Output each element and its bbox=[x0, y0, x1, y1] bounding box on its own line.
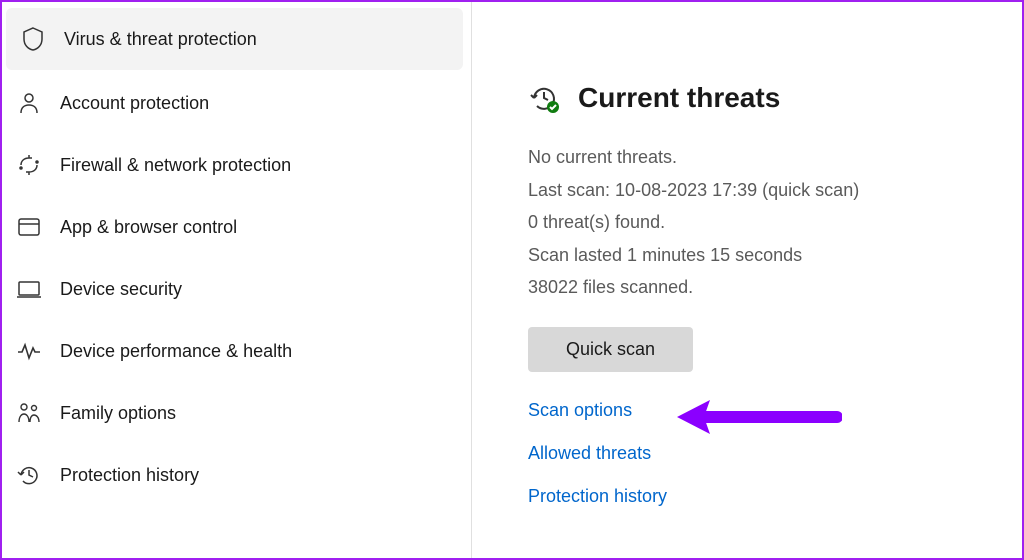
sidebar-item-label: Firewall & network protection bbox=[60, 155, 291, 176]
sidebar-item-app-browser[interactable]: App & browser control bbox=[2, 196, 471, 258]
protection-history-link[interactable]: Protection history bbox=[528, 486, 982, 507]
family-icon bbox=[16, 400, 42, 426]
sidebar-item-virus-threat[interactable]: Virus & threat protection bbox=[6, 8, 463, 70]
history-icon bbox=[16, 462, 42, 488]
sidebar-item-family[interactable]: Family options bbox=[2, 382, 471, 444]
sidebar-item-account[interactable]: Account protection bbox=[2, 72, 471, 134]
threats-found-text: 0 threat(s) found. bbox=[528, 207, 982, 238]
threat-status-block: No current threats. Last scan: 10-08-202… bbox=[528, 142, 982, 303]
main-content: Current threats No current threats. Last… bbox=[472, 2, 1022, 558]
sidebar-item-performance[interactable]: Device performance & health bbox=[2, 320, 471, 382]
sidebar-item-firewall[interactable]: Firewall & network protection bbox=[2, 134, 471, 196]
quick-scan-button[interactable]: Quick scan bbox=[528, 327, 693, 372]
current-threats-title: Current threats bbox=[578, 82, 780, 114]
last-scan-text: Last scan: 10-08-2023 17:39 (quick scan) bbox=[528, 175, 982, 206]
sidebar-item-device-security[interactable]: Device security bbox=[2, 258, 471, 320]
sidebar-item-label: Protection history bbox=[60, 465, 199, 486]
sidebar-item-label: Device security bbox=[60, 279, 182, 300]
sidebar-item-label: Family options bbox=[60, 403, 176, 424]
sidebar-item-label: Virus & threat protection bbox=[64, 29, 257, 50]
sidebar-item-label: App & browser control bbox=[60, 217, 237, 238]
scan-options-link[interactable]: Scan options bbox=[528, 400, 982, 421]
no-threats-text: No current threats. bbox=[528, 142, 982, 173]
sidebar-item-label: Device performance & health bbox=[60, 341, 292, 362]
app-browser-icon bbox=[16, 214, 42, 240]
scan-status-icon bbox=[528, 82, 560, 114]
sidebar: Virus & threat protection Account protec… bbox=[2, 2, 472, 558]
scan-duration-text: Scan lasted 1 minutes 15 seconds bbox=[528, 240, 982, 271]
allowed-threats-link[interactable]: Allowed threats bbox=[528, 443, 982, 464]
performance-icon bbox=[16, 338, 42, 364]
sidebar-item-history[interactable]: Protection history bbox=[2, 444, 471, 506]
sidebar-item-label: Account protection bbox=[60, 93, 209, 114]
firewall-icon bbox=[16, 152, 42, 178]
files-scanned-text: 38022 files scanned. bbox=[528, 272, 982, 303]
current-threats-header: Current threats bbox=[528, 82, 982, 114]
shield-icon bbox=[20, 26, 46, 52]
device-icon bbox=[16, 276, 42, 302]
account-icon bbox=[16, 90, 42, 116]
